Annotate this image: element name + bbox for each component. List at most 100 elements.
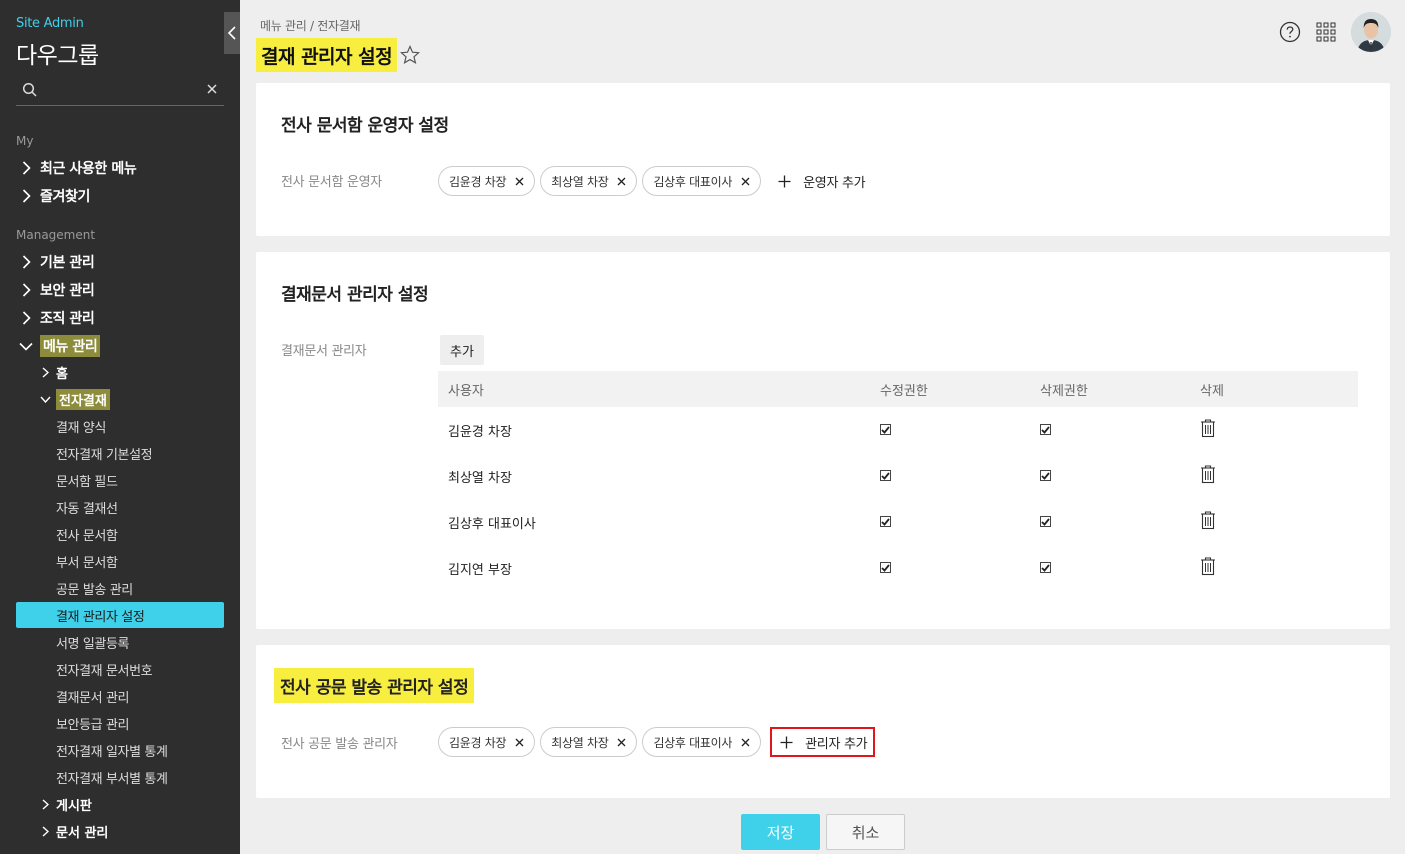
- page-title: 결재 관리자 설정: [256, 38, 398, 72]
- section-title: 전사 문서함 운영자 설정: [281, 116, 449, 136]
- chevron-right-icon: [22, 189, 31, 203]
- nav-label: 메뉴 관리: [40, 335, 101, 357]
- nav-label: 보안 관리: [40, 283, 95, 299]
- trash-icon[interactable]: [1200, 556, 1216, 576]
- nav-approval-admin-settings[interactable]: 결재 관리자 설정: [16, 602, 224, 628]
- operator-chip: 김윤경 차장: [438, 166, 536, 196]
- nav-menu-management[interactable]: 메뉴 관리: [16, 335, 101, 357]
- official-doc-dispatch-admin-card: 전사 공문 발송 관리자 설정 전사 공문 발송 관리자 김윤경 차장 최상열 …: [256, 645, 1390, 798]
- breadcrumb: 메뉴 관리 / 전자결재: [260, 19, 361, 33]
- column-header-modify: 수정권한: [868, 371, 1030, 407]
- chip-label: 김윤경 차장: [449, 174, 507, 189]
- modify-permission-checkbox[interactable]: [880, 516, 891, 527]
- chip-label: 최상열 차장: [551, 735, 609, 750]
- chip-label: 김윤경 차장: [449, 735, 507, 750]
- nav-docbox-fields[interactable]: 문서함 필드: [16, 467, 224, 493]
- nav-company-docbox[interactable]: 전사 문서함: [16, 521, 224, 547]
- trash-icon[interactable]: [1200, 464, 1216, 484]
- add-operator-button[interactable]: 운영자 추가: [770, 166, 871, 196]
- apps-grid-icon[interactable]: [1315, 21, 1337, 43]
- table-row: 김상후 대표이사: [438, 499, 1358, 545]
- nav-approval[interactable]: 전자결재: [38, 388, 110, 410]
- nav-org-management[interactable]: 조직 관리: [16, 307, 95, 329]
- operator-chip: 최상열 차장: [540, 166, 638, 196]
- nav-home[interactable]: 홈: [38, 361, 68, 383]
- nav-official-doc-dispatch[interactable]: 공문 발송 관리: [16, 575, 224, 601]
- remove-chip-button[interactable]: [741, 177, 750, 186]
- trash-icon[interactable]: [1200, 510, 1216, 530]
- field-label: 전사 문서함 운영자: [281, 175, 382, 190]
- delete-permission-checkbox[interactable]: [1040, 470, 1051, 481]
- help-icon[interactable]: [1279, 21, 1301, 43]
- delete-permission-checkbox[interactable]: [1040, 424, 1051, 435]
- nav-label: 게시판: [56, 798, 92, 814]
- nav-favorites[interactable]: 즐겨찾기: [16, 185, 90, 207]
- nav-recent-menu[interactable]: 최근 사용한 메뉴: [16, 157, 137, 179]
- user-name: 최상열 차장: [448, 470, 512, 486]
- admin-chip: 최상열 차장: [540, 727, 638, 757]
- save-button[interactable]: 저장: [741, 814, 820, 850]
- admin-chip: 김상후 대표이사: [642, 727, 762, 757]
- trash-icon[interactable]: [1200, 418, 1216, 438]
- nav-dept-docbox[interactable]: 부서 문서함: [16, 548, 224, 574]
- cancel-button[interactable]: 취소: [826, 814, 905, 850]
- modify-permission-checkbox[interactable]: [880, 470, 891, 481]
- remove-chip-button[interactable]: [617, 738, 626, 747]
- nav-approval-form[interactable]: 결재 양식: [16, 413, 224, 439]
- nav-security-level-management[interactable]: 보안등급 관리: [16, 710, 224, 736]
- sidebar-collapse-button[interactable]: [224, 12, 240, 54]
- chip-label: 김상후 대표이사: [653, 174, 733, 189]
- delete-permission-checkbox[interactable]: [1040, 516, 1051, 527]
- plus-icon: [778, 175, 791, 187]
- remove-chip-button[interactable]: [741, 738, 750, 747]
- nav-board[interactable]: 게시판: [38, 793, 92, 815]
- modify-permission-checkbox[interactable]: [880, 562, 891, 573]
- section-title: 전사 공문 발송 관리자 설정: [274, 668, 475, 703]
- nav-signature-bulk-register[interactable]: 서명 일괄등록: [16, 629, 224, 655]
- add-admin-label: 관리자 추가: [805, 736, 868, 752]
- checkmark-icon: [881, 425, 890, 434]
- nav-label: 전자결재: [56, 388, 110, 410]
- remove-chip-button[interactable]: [515, 177, 524, 186]
- favorite-star-icon[interactable]: [400, 45, 420, 65]
- sidebar-search[interactable]: [16, 78, 224, 106]
- nav-daily-stats[interactable]: 전자결재 일자별 통계: [16, 737, 224, 763]
- chevron-right-icon: [42, 366, 49, 378]
- user-name: 김지연 부장: [448, 562, 512, 578]
- chevron-down-icon: [19, 342, 33, 351]
- column-header-user: 사용자: [438, 371, 868, 407]
- company-name[interactable]: 다우그룹: [16, 36, 99, 70]
- table-row: 김윤경 차장: [438, 407, 1358, 453]
- admin-chip: 김윤경 차장: [438, 727, 536, 757]
- checkmark-icon: [1041, 517, 1050, 526]
- modify-permission-checkbox[interactable]: [880, 424, 891, 435]
- field-label: 전사 공문 발송 관리자: [281, 737, 398, 752]
- nav-dept-stats[interactable]: 전자결재 부서별 통계: [16, 764, 224, 790]
- field-label: 결재문서 관리자: [281, 344, 367, 359]
- section-title: 결재문서 관리자 설정: [281, 285, 429, 305]
- search-icon: [22, 82, 37, 97]
- delete-permission-checkbox[interactable]: [1040, 562, 1051, 573]
- nav-document-management[interactable]: 문서 관리: [38, 820, 108, 842]
- nav-auto-approval-line[interactable]: 자동 결재선: [16, 494, 224, 520]
- nav-approval-basic-settings[interactable]: 전자결재 기본설정: [16, 440, 224, 466]
- clear-search-icon[interactable]: [206, 83, 218, 95]
- nav-security-management[interactable]: 보안 관리: [16, 279, 95, 301]
- user-avatar[interactable]: [1351, 12, 1391, 52]
- checkmark-icon: [1041, 471, 1050, 480]
- nav-approval-doc-management[interactable]: 결재문서 관리: [16, 683, 224, 709]
- chevron-right-icon: [22, 283, 31, 297]
- chevron-right-icon: [42, 798, 49, 810]
- nav-approval-doc-number[interactable]: 전자결재 문서번호: [16, 656, 224, 682]
- remove-chip-button[interactable]: [617, 177, 626, 186]
- remove-chip-button[interactable]: [515, 738, 524, 747]
- user-name: 김윤경 차장: [448, 424, 512, 440]
- add-dispatch-admin-button[interactable]: 관리자 추가: [770, 727, 876, 757]
- nav-basic-management[interactable]: 기본 관리: [16, 251, 95, 273]
- add-admin-button[interactable]: 추가: [440, 335, 484, 365]
- top-right-toolbar: [1279, 12, 1391, 52]
- operator-chip-list: 김윤경 차장 최상열 차장 김상후 대표이사 운영자 추가: [438, 166, 871, 196]
- chevron-right-icon: [42, 825, 49, 837]
- admin-table: 사용자 수정권한 삭제권한 삭제 김윤경 차장 최상열 차장 김상후 대표이사: [438, 371, 1358, 591]
- close-icon: [515, 177, 524, 185]
